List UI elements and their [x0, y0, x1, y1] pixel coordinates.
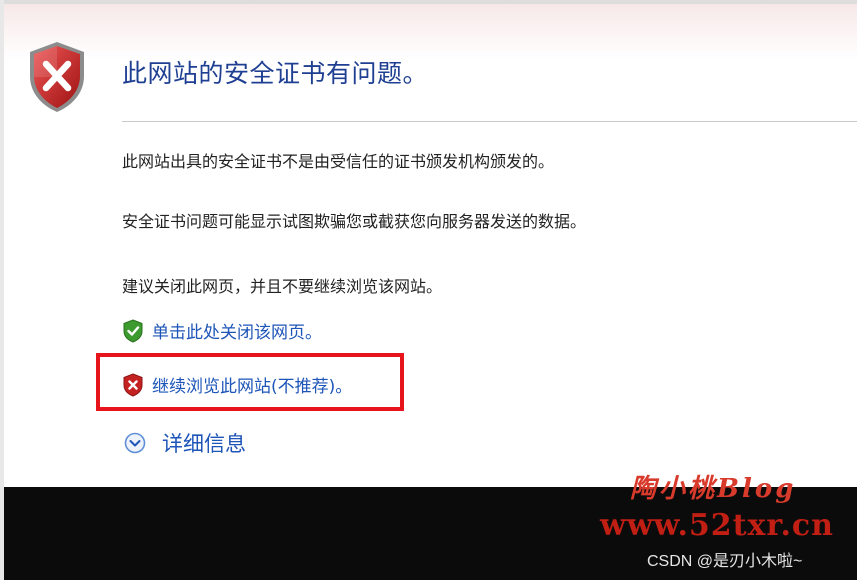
csdn-credit: CSDN @是刃小木啦~: [647, 553, 803, 570]
chevron-down-circle-icon: [124, 432, 146, 454]
title-divider: [122, 121, 857, 122]
window-top-border: [4, 0, 857, 4]
message-untrusted-issuer: 此网站出具的安全证书不是由受信任的证书颁发机构颁发的。: [122, 152, 555, 171]
close-page-link-text[interactable]: 单击此处关闭该网页。: [152, 318, 322, 343]
red-highlight-box: [96, 353, 404, 411]
watermark-logo: 陶小桃Blog: [630, 474, 797, 504]
watermark-url: www.52txr.cn: [600, 508, 834, 543]
close-page-link[interactable]: 单击此处关闭该网页。: [122, 318, 322, 343]
green-shield-check-icon: [123, 318, 143, 343]
page-title: 此网站的安全证书有问题。: [122, 59, 429, 88]
more-information-label[interactable]: 详细信息: [162, 428, 246, 458]
certificate-error-page: 此网站的安全证书有问题。 此网站出具的安全证书不是由受信任的证书颁发机构颁发的。…: [0, 0, 857, 580]
shield-error-icon: [30, 42, 84, 112]
message-recommendation: 建议关闭此网页，并且不要继续浏览该网站。: [122, 277, 443, 296]
more-information-toggle[interactable]: 详细信息: [124, 428, 246, 458]
message-risk-warning: 安全证书问题可能显示试图欺骗您或截获您向服务器发送的数据。: [122, 212, 587, 231]
